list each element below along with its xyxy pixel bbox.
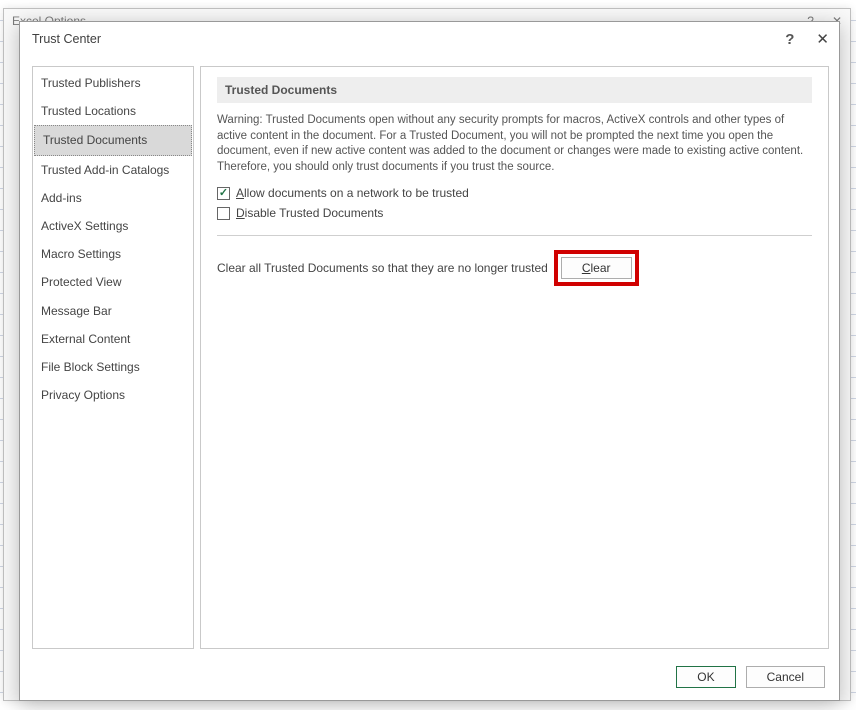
- sidebar-item-trusted-add-in-catalogs[interactable]: Trusted Add-in Catalogs: [33, 156, 193, 184]
- clear-description: Clear all Trusted Documents so that they…: [217, 261, 548, 275]
- dialog-body: Trusted PublishersTrusted LocationsTrust…: [20, 56, 839, 659]
- checkbox-icon: [217, 207, 230, 220]
- content-panel: Trusted Documents Warning: Trusted Docum…: [200, 66, 829, 649]
- sidebar-item-trusted-documents[interactable]: Trusted Documents: [34, 125, 192, 155]
- sidebar-item-trusted-publishers[interactable]: Trusted Publishers: [33, 69, 193, 97]
- checkbox-label: Allow documents on a network to be trust…: [236, 186, 469, 200]
- cancel-button[interactable]: Cancel: [746, 666, 825, 688]
- sidebar-item-trusted-locations[interactable]: Trusted Locations: [33, 97, 193, 125]
- sidebar-item-file-block-settings[interactable]: File Block Settings: [33, 353, 193, 381]
- clear-row: Clear all Trusted Documents so that they…: [217, 250, 812, 286]
- dialog-title: Trust Center: [32, 32, 101, 46]
- checkbox-icon: [217, 187, 230, 200]
- allow-network-trust-checkbox[interactable]: Allow documents on a network to be trust…: [217, 186, 812, 200]
- sidebar-item-external-content[interactable]: External Content: [33, 325, 193, 353]
- divider: [217, 235, 812, 236]
- checkbox-label: Disable Trusted Documents: [236, 206, 383, 220]
- disable-trusted-docs-checkbox[interactable]: Disable Trusted Documents: [217, 206, 812, 220]
- close-icon[interactable]: ✕: [816, 32, 829, 47]
- ok-button[interactable]: OK: [676, 666, 735, 688]
- sidebar: Trusted PublishersTrusted LocationsTrust…: [32, 66, 194, 649]
- sidebar-item-add-ins[interactable]: Add-ins: [33, 184, 193, 212]
- sidebar-item-protected-view[interactable]: Protected View: [33, 268, 193, 296]
- clear-button[interactable]: Clear: [561, 257, 632, 279]
- sidebar-item-macro-settings[interactable]: Macro Settings: [33, 240, 193, 268]
- trust-center-dialog: Trust Center ? ✕ Trusted PublishersTrust…: [19, 21, 840, 701]
- help-icon[interactable]: ?: [785, 31, 794, 48]
- titlebar: Trust Center ? ✕: [20, 22, 839, 56]
- dialog-footer: OK Cancel: [20, 659, 839, 700]
- sidebar-item-privacy-options[interactable]: Privacy Options: [33, 381, 193, 409]
- clear-button-highlight: Clear: [554, 250, 639, 286]
- sidebar-item-message-bar[interactable]: Message Bar: [33, 297, 193, 325]
- section-header: Trusted Documents: [217, 77, 812, 103]
- sidebar-item-activex-settings[interactable]: ActiveX Settings: [33, 212, 193, 240]
- warning-text: Warning: Trusted Documents open without …: [217, 113, 812, 175]
